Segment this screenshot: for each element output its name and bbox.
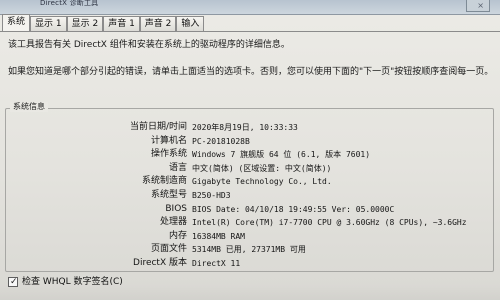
system-info-title: 系统信息 — [10, 102, 48, 112]
info-value: 5314MB 已用, 27371MB 可用 — [192, 245, 306, 255]
info-label: 操作系统 — [150, 149, 187, 160]
tab-display-2[interactable]: 显示 2 — [66, 16, 104, 31]
info-row-processor: 处理器 Intel(R) Core(TM) i7-7700 CPU @ 3.60… — [0, 216, 500, 230]
info-row-page-file: 页面文件 5314MB 已用, 27371MB 可用 — [0, 243, 500, 257]
info-label: 语言 — [168, 162, 187, 173]
info-row-bios: BIOS BIOS Date: 04/10/18 19:49:55 Ver: 0… — [0, 203, 500, 217]
tab-strip: 系统 显示 1 显示 2 声音 1 声音 2 输入 — [2, 14, 205, 31]
info-row-date-time: 当前日期/时间 2020年8月19日, 10:33:33 — [0, 121, 500, 135]
tab-sound-2[interactable]: 声音 2 — [139, 16, 177, 31]
bottom-shadow — [0, 284, 500, 300]
info-row-directx-version: DirectX 版本 DirectX 11 — [0, 257, 500, 271]
title-bar: DirectX 诊断工具 × — [0, 0, 500, 15]
info-label: 系统型号 — [150, 189, 187, 200]
info-label: BIOS — [165, 203, 187, 214]
info-row-language: 语言 中文(简体) (区域设置: 中文(简体)) — [0, 162, 500, 176]
tab-display-1[interactable]: 显示 1 — [30, 16, 67, 31]
info-label: 计算机名 — [150, 135, 187, 146]
info-row-system-model: 系统型号 B250-HD3 — [0, 189, 500, 203]
info-row-computer-name: 计算机名 PC-20181028B — [0, 135, 500, 149]
tab-input[interactable]: 输入 — [176, 16, 205, 31]
info-value: 中文(简体) (区域设置: 中文(简体)) — [192, 163, 332, 173]
info-value: PC-20181028B — [192, 136, 250, 146]
info-value: BIOS Date: 04/10/18 19:49:55 Ver: 05.000… — [192, 204, 395, 214]
info-value: Intel(R) Core(TM) i7-7700 CPU @ 3.60GHz … — [192, 218, 467, 228]
info-label: 处理器 — [159, 217, 187, 228]
intro-line-2: 如果您知道是哪个部分引起的错误，请单击上面适当的选项卡。否则，您可以使用下面的"… — [8, 67, 494, 77]
info-value: DirectX 11 — [192, 258, 241, 268]
info-label: 内存 — [168, 230, 187, 241]
tab-sound-1[interactable]: 声音 1 — [103, 16, 140, 31]
info-row-system-manufacturer: 系统制造商 Gigabyte Technology Co., Ltd. — [0, 175, 500, 189]
info-row-memory: 内存 16384MB RAM — [0, 230, 500, 244]
info-value: 2020年8月19日, 10:33:33 — [192, 123, 298, 132]
directx-diagnostic-window: DirectX 诊断工具 × 系统 显示 1 显示 2 声音 1 声音 2 输入… — [0, 0, 500, 300]
info-value: 16384MB RAM — [192, 231, 245, 241]
info-row-operating-system: 操作系统 Windows 7 旗舰版 64 位 (6.1, 版本 7601) — [0, 148, 500, 162]
info-label: DirectX 版本 — [133, 257, 187, 268]
info-label: 系统制造商 — [141, 176, 187, 187]
info-label: 页面文件 — [150, 244, 187, 255]
close-icon[interactable]: × — [477, 2, 484, 10]
system-info-list: 当前日期/时间 2020年8月19日, 10:33:33 计算机名 PC-201… — [0, 121, 500, 271]
info-value: Windows 7 旗舰版 64 位 (6.1, 版本 7601) — [192, 150, 371, 160]
info-value: Gigabyte Technology Co., Ltd. — [192, 177, 332, 187]
window-title: DirectX 诊断工具 — [40, 0, 99, 7]
info-value: B250-HD3 — [192, 190, 231, 200]
tab-system[interactable]: 系统 — [2, 14, 31, 31]
intro-line-1: 该工具报告有关 DirectX 组件和安装在系统上的驱动程序的详细信息。 — [8, 40, 290, 50]
info-label: 当前日期/时间 — [129, 122, 187, 132]
tab-divider — [0, 31, 500, 32]
